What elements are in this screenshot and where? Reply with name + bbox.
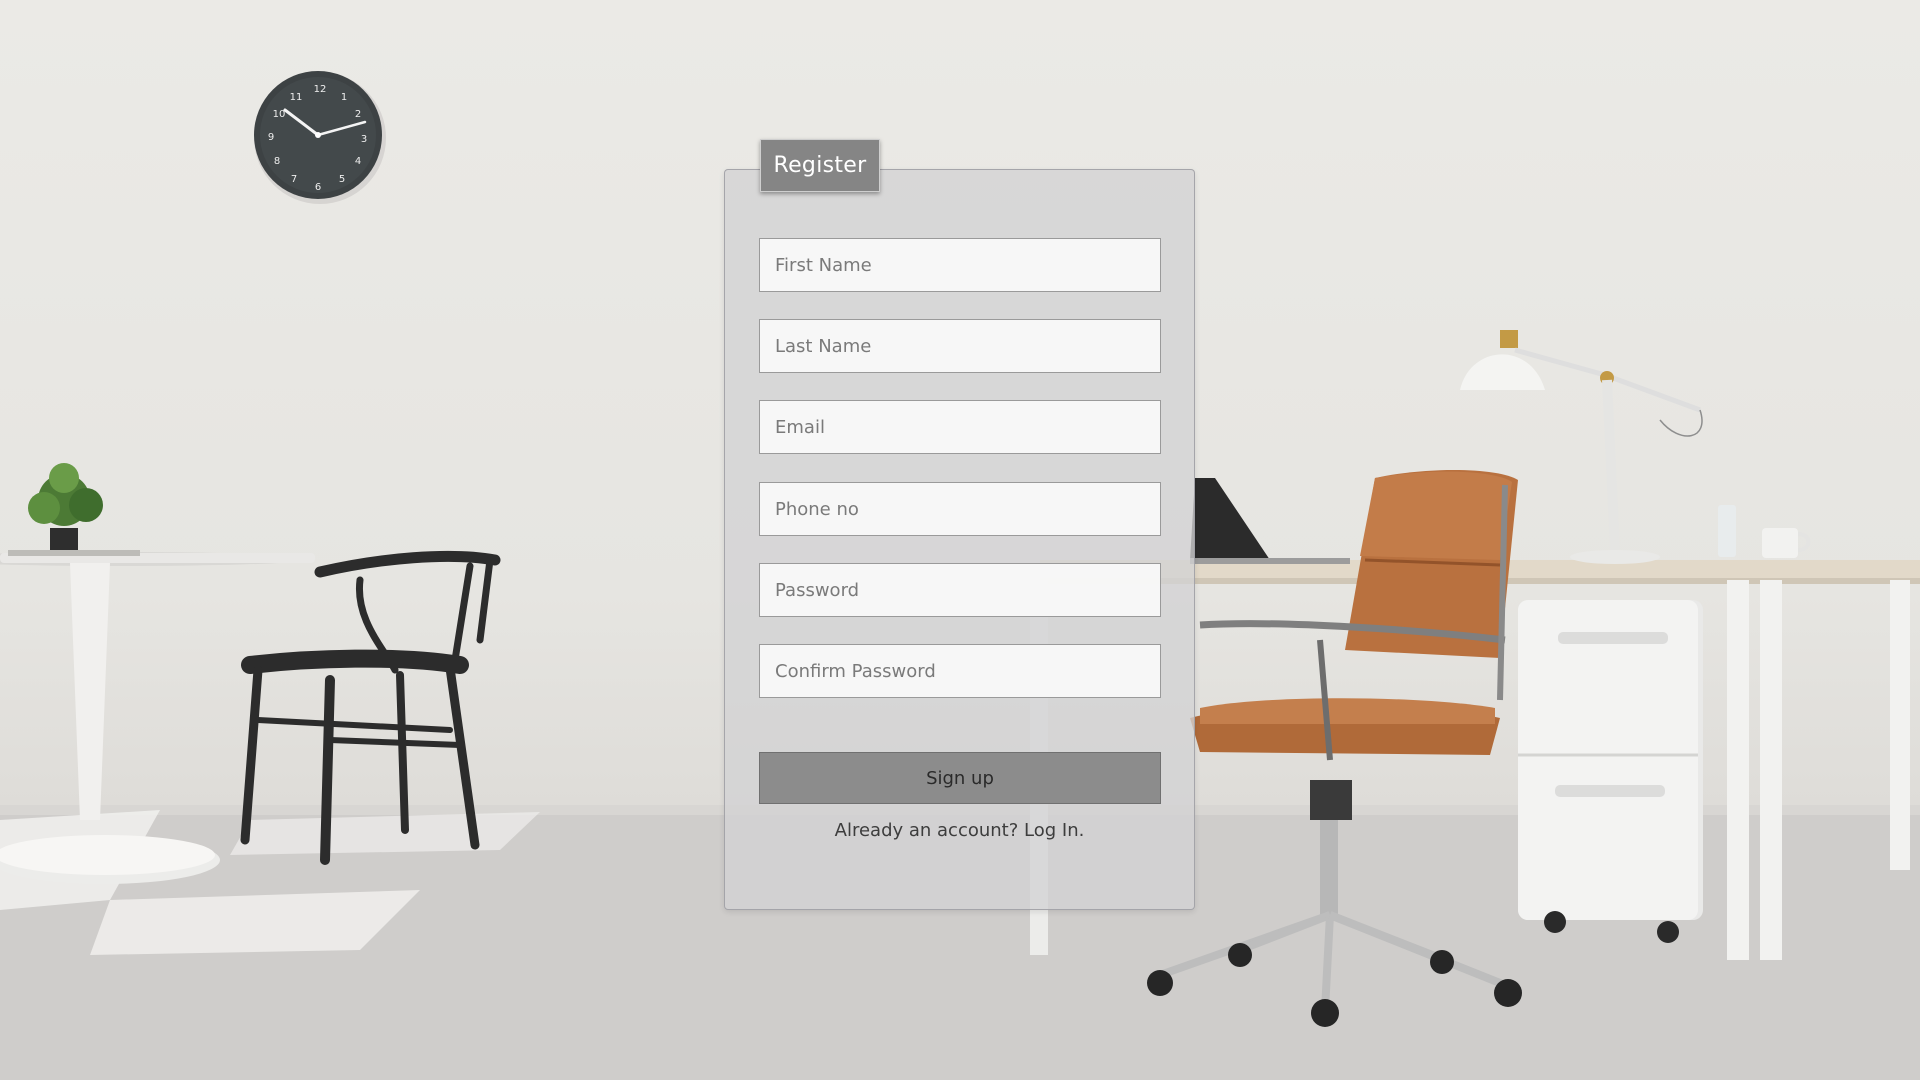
- clock-numeral: 3: [361, 134, 367, 145]
- clock-numeral: 10: [273, 109, 286, 120]
- phone-input[interactable]: [759, 482, 1161, 536]
- clock-numeral: 9: [268, 132, 274, 143]
- filing-cabinet: [1518, 600, 1703, 943]
- clock-numeral: 11: [290, 92, 303, 103]
- login-link[interactable]: Log In.: [1024, 820, 1084, 841]
- login-prompt: Already an account? Log In.: [724, 820, 1195, 841]
- sign-up-button[interactable]: Sign up: [759, 752, 1161, 804]
- login-prompt-text: Already an account?: [834, 820, 1019, 841]
- wall-clock: 12 1 2 3 4 5 6 7 8 9 10 11: [254, 71, 386, 204]
- clock-numeral: 5: [339, 174, 345, 185]
- potted-plant: [8, 463, 140, 556]
- password-input[interactable]: [759, 563, 1161, 617]
- last-name-input[interactable]: [759, 319, 1161, 373]
- clock-numeral: 2: [355, 109, 361, 120]
- clock-numeral: 1: [341, 92, 347, 103]
- clock-numeral: 8: [274, 156, 280, 167]
- laptop: [1190, 478, 1350, 564]
- clock-numeral: 7: [291, 174, 297, 185]
- first-name-input[interactable]: [759, 238, 1161, 292]
- register-title: Register: [760, 139, 880, 192]
- clock-numeral: 6: [315, 182, 321, 193]
- clock-numeral: 4: [355, 156, 361, 167]
- mug: [1718, 505, 1811, 558]
- confirm-password-input[interactable]: [759, 644, 1161, 698]
- email-input[interactable]: [759, 400, 1161, 454]
- clock-numeral: 12: [314, 84, 327, 95]
